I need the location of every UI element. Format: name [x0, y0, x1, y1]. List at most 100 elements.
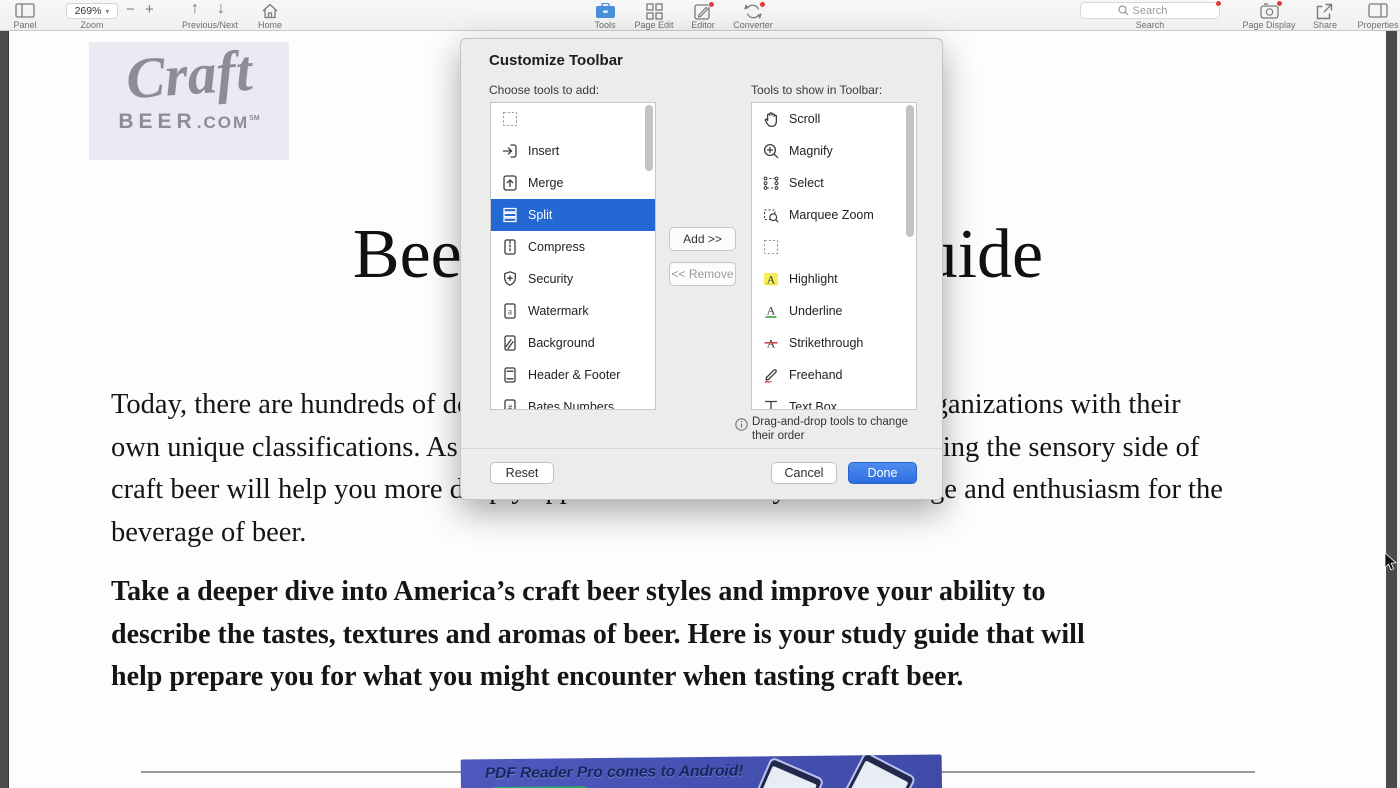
tool-item-compress[interactable]: Compress [491, 231, 655, 263]
search-text-input[interactable] [1133, 5, 1183, 17]
header-footer-icon [501, 366, 519, 384]
reset-button[interactable]: Reset [490, 462, 554, 484]
tool-item-split[interactable]: Split [491, 199, 655, 231]
tool-item-label: Select [789, 176, 824, 190]
notification-badge [708, 1, 715, 8]
main-toolbar: Panel 269% ▾ − + Zoom ↑ ↓ Previous/Next … [0, 0, 1400, 31]
logo-com-text: .COM [197, 113, 249, 132]
watermark-icon: a [501, 302, 519, 320]
cancel-button[interactable]: Cancel [771, 462, 837, 484]
tool-item-separator[interactable] [491, 103, 655, 135]
svg-text:a: a [508, 307, 512, 317]
zoom-in-button[interactable]: + [145, 1, 154, 18]
properties-button[interactable]: Properties [1352, 0, 1400, 31]
text-box-icon [762, 398, 780, 410]
page-edit-button[interactable]: Page Edit [629, 0, 679, 31]
logo-sm-mark: SM [249, 115, 260, 122]
zoom-out-button[interactable]: − [126, 1, 135, 18]
tool-item-merge[interactable]: Merge [491, 167, 655, 199]
done-button[interactable]: Done [848, 462, 917, 484]
paragraph-2-line-1: Take a deeper dive into America’s craft … [111, 571, 1085, 614]
toolbar-tools-list: Scroll Magnify Select Marquee Zoom A Highligh… [751, 102, 917, 410]
page-edit-label: Page Edit [629, 20, 679, 30]
converter-button[interactable]: Converter [725, 0, 781, 31]
select-icon [762, 174, 780, 192]
tool-item-label: Highlight [789, 272, 838, 286]
tool-item-select[interactable]: Select [752, 167, 916, 199]
tool-item-magnify[interactable]: Magnify [752, 135, 916, 167]
tool-item-strikethrough[interactable]: A Strikethrough [752, 327, 916, 359]
tool-item-label: Insert [528, 144, 559, 158]
tools-icon [595, 3, 616, 19]
mouse-cursor [1384, 552, 1397, 576]
freehand-icon [762, 366, 780, 384]
tools-button[interactable]: Tools [585, 0, 625, 31]
tool-item-label: Split [528, 208, 552, 222]
tool-item-security[interactable]: Security [491, 263, 655, 295]
underline-icon: A [762, 302, 780, 320]
compress-icon [501, 238, 519, 256]
zoom-value: 269% [75, 5, 102, 17]
previous-page-icon[interactable]: ↑ [191, 0, 199, 18]
share-button[interactable]: Share [1306, 0, 1344, 31]
tool-item-watermark[interactable]: a Watermark [491, 295, 655, 327]
notification-badge [759, 1, 766, 8]
zoom-label: Zoom [66, 20, 118, 30]
tool-item-label: Header & Footer [528, 368, 620, 382]
tool-item-label: Merge [528, 176, 563, 190]
dialog-title: Customize Toolbar [489, 52, 623, 69]
tool-item-header-footer[interactable]: Header & Footer [491, 359, 655, 391]
editor-button[interactable]: Editor [685, 0, 721, 31]
svg-text:A: A [767, 273, 776, 287]
share-label: Share [1306, 20, 1344, 30]
tool-item-label: Security [528, 272, 573, 286]
promo-banner[interactable]: PDF Reader Pro comes to Android! Get It … [461, 754, 943, 788]
remove-button[interactable]: << Remove [669, 262, 736, 286]
customize-toolbar-dialog: Customize Toolbar Choose tools to add: T… [460, 38, 943, 500]
tool-item-label: Bates Numbers [528, 400, 614, 410]
security-icon [501, 270, 519, 288]
properties-label: Properties [1352, 20, 1400, 30]
tool-item-marquee-zoom[interactable]: Marquee Zoom [752, 199, 916, 231]
share-icon [1316, 3, 1333, 20]
separator-icon [762, 238, 780, 256]
panel-icon [15, 3, 35, 18]
add-button[interactable]: Add >> [669, 227, 736, 251]
page-display-button[interactable]: Page Display [1238, 0, 1300, 31]
phone-image [824, 754, 917, 788]
previous-next-label: Previous/Next [175, 20, 245, 30]
tool-item-text-box[interactable]: Text Box [752, 391, 916, 410]
strikethrough-icon: A [762, 334, 780, 352]
tool-item-insert[interactable]: Insert [491, 135, 655, 167]
highlight-icon: A [762, 270, 780, 288]
page-display-label: Page Display [1238, 20, 1300, 30]
insert-icon [501, 142, 519, 160]
search-input[interactable] [1080, 2, 1220, 19]
next-page-icon[interactable]: ↓ [217, 0, 225, 18]
tool-item-background[interactable]: Background [491, 327, 655, 359]
home-label: Home [250, 20, 290, 30]
tool-item-label: Strikethrough [789, 336, 863, 350]
tool-item-highlight[interactable]: A Highlight [752, 263, 916, 295]
home-button[interactable]: Home [250, 0, 290, 31]
paragraph-2-line-3: help prepare you for what you might enco… [111, 656, 1085, 699]
marquee-zoom-icon [762, 206, 780, 224]
tool-item-bates-numbers[interactable]: #Bates Numbers [491, 391, 655, 410]
chevron-down-icon: ▾ [105, 7, 109, 16]
zoom-select[interactable]: 269% ▾ [66, 3, 118, 19]
merge-icon [501, 174, 519, 192]
split-icon [501, 206, 519, 224]
phone-image [736, 756, 825, 788]
page-edit-icon [646, 3, 663, 20]
search-icon [1118, 5, 1129, 16]
tool-item-label: Watermark [528, 304, 589, 318]
converter-label: Converter [725, 20, 781, 30]
tool-item-freehand[interactable]: Freehand [752, 359, 916, 391]
tool-item-underline[interactable]: AUnderline [752, 295, 916, 327]
tool-item-separator[interactable] [752, 231, 916, 263]
tool-item-label: Scroll [789, 112, 820, 126]
tool-item-scroll[interactable]: Scroll [752, 103, 916, 135]
separator-icon [501, 110, 519, 128]
logo-script-text: Craft [87, 35, 291, 115]
panel-button[interactable]: Panel [6, 0, 44, 31]
